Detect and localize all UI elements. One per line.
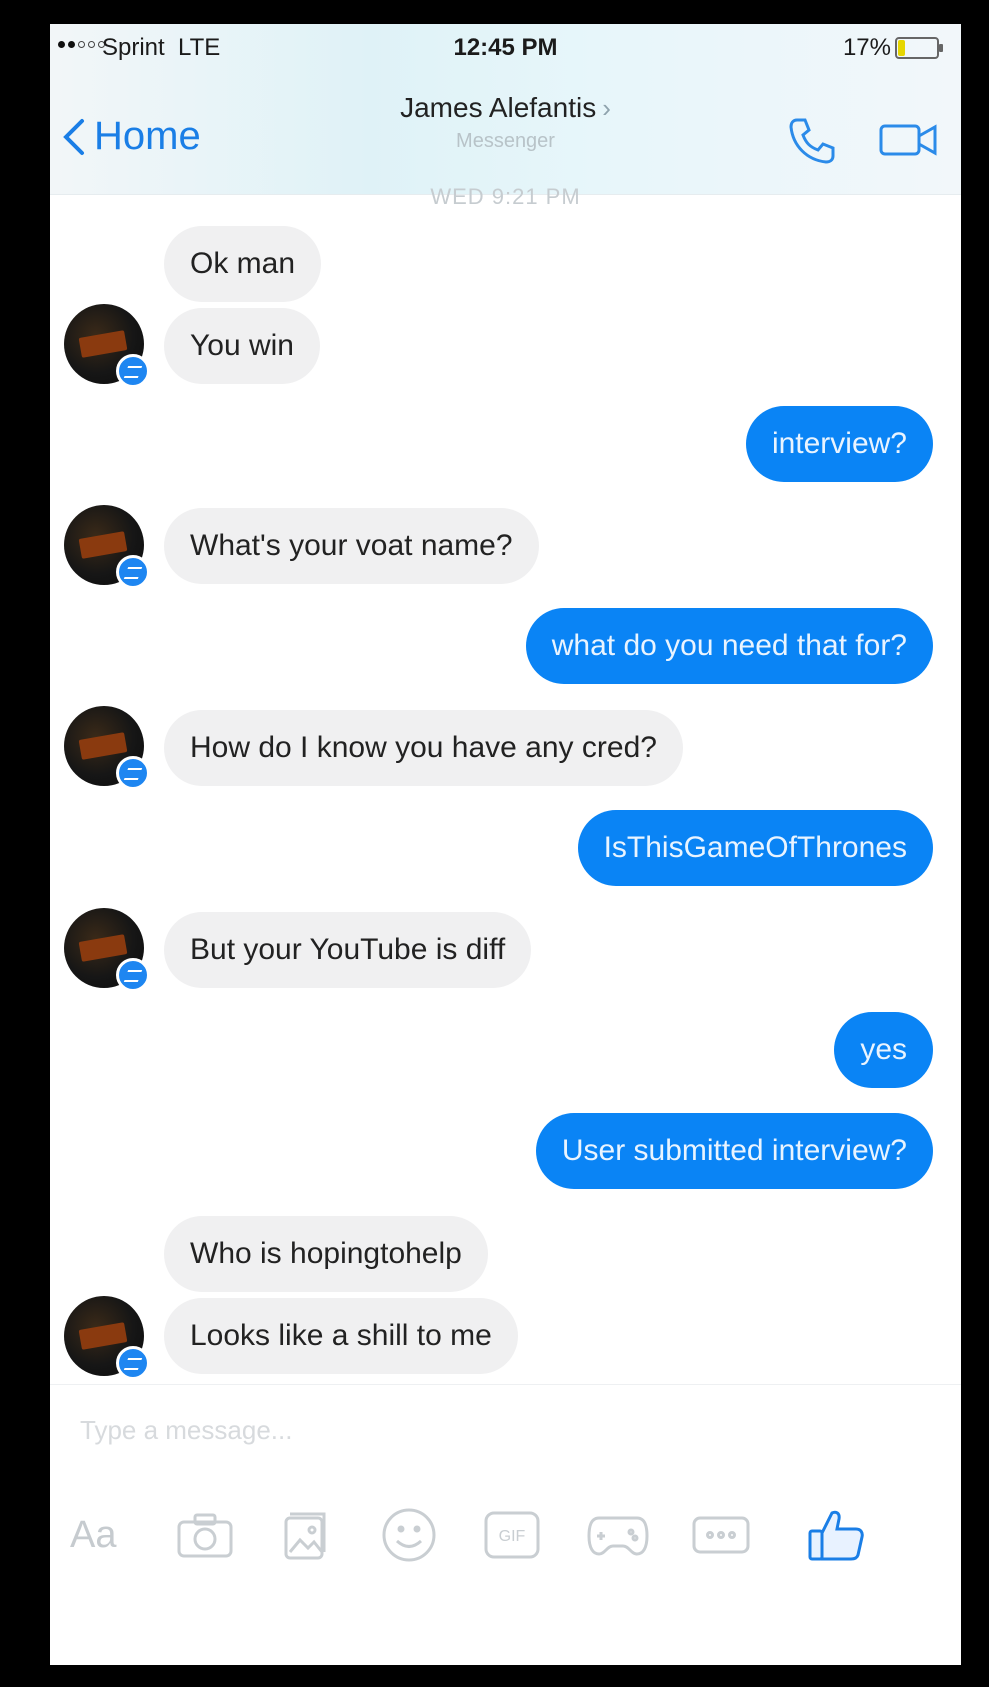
avatar[interactable]	[64, 908, 150, 992]
avatar-image	[78, 330, 128, 358]
gallery-icon[interactable]	[280, 1505, 330, 1565]
message-bubble-incoming[interactable]: Ok man	[164, 226, 322, 302]
game-controller-icon[interactable]	[585, 1505, 651, 1565]
messenger-badge-icon	[116, 756, 150, 790]
avatar[interactable]	[64, 706, 150, 790]
avatar[interactable]	[64, 505, 150, 589]
avatar-image	[78, 934, 128, 962]
thumbs-up-icon[interactable]	[806, 1505, 866, 1565]
message-bubble-outgoing[interactable]: yes	[834, 1012, 933, 1088]
messenger-badge-icon	[116, 354, 150, 388]
camera-icon[interactable]	[175, 1505, 235, 1565]
messenger-badge-icon	[116, 555, 150, 589]
composer-toolbar: Aa GIF	[50, 1505, 961, 1565]
message-bubble-incoming[interactable]: Looks like a shill to me	[164, 1298, 518, 1374]
more-icon[interactable]	[690, 1505, 752, 1565]
message-bubble-incoming[interactable]: How do I know you have any cred?	[164, 710, 683, 786]
gif-icon[interactable]: GIF	[480, 1505, 544, 1565]
message-list: Ok man You win interview? What's your vo…	[50, 24, 961, 1394]
message-bubble-incoming[interactable]: But your YouTube is diff	[164, 912, 532, 988]
message-bubble-outgoing[interactable]: IsThisGameOfThrones	[577, 810, 933, 886]
avatar[interactable]	[64, 1296, 150, 1380]
gif-label: GIF	[499, 1528, 526, 1545]
avatar-image	[78, 732, 128, 760]
avatar[interactable]	[64, 304, 150, 388]
avatar-image	[78, 1322, 128, 1350]
message-bubble-incoming[interactable]: You win	[164, 308, 320, 384]
message-bubble-outgoing[interactable]: what do you need that for?	[525, 608, 933, 684]
messenger-badge-icon	[116, 1346, 150, 1380]
message-composer: Type a message... Aa GIF	[50, 1384, 961, 1665]
messenger-screen: Sprint LTE 12:45 PM 17% Home James Alefa…	[50, 24, 961, 1665]
message-bubble-incoming[interactable]: Who is hopingtohelp	[164, 1216, 488, 1292]
aa-icon[interactable]: Aa	[70, 1505, 116, 1565]
messenger-badge-icon	[116, 958, 150, 992]
message-bubble-outgoing[interactable]: interview?	[745, 406, 933, 482]
message-bubble-outgoing[interactable]: User submitted interview?	[535, 1113, 933, 1189]
message-bubble-incoming[interactable]: What's your voat name?	[164, 508, 539, 584]
message-input[interactable]: Type a message...	[80, 1415, 292, 1446]
avatar-image	[78, 531, 128, 559]
emoji-icon[interactable]	[380, 1505, 438, 1565]
